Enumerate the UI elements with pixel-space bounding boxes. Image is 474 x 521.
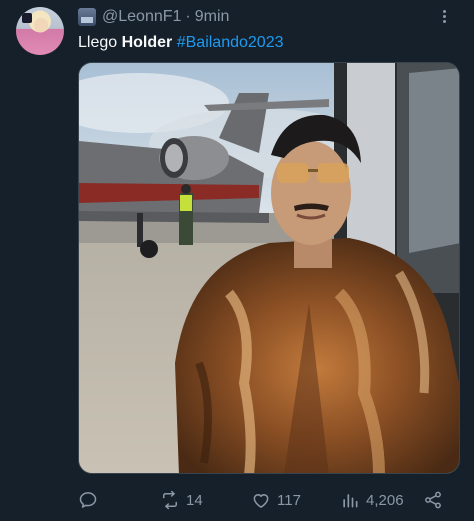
- like-button[interactable]: 117: [251, 486, 301, 514]
- tweet-text-prefix: Llego: [78, 34, 122, 51]
- views-icon: [343, 494, 358, 508]
- share-button[interactable]: [423, 486, 443, 514]
- like-count: 117: [277, 491, 301, 509]
- retweet-button[interactable]: 14: [160, 486, 203, 514]
- reply-button[interactable]: [78, 486, 104, 514]
- more-icon[interactable]: [434, 6, 454, 26]
- tweet-text-bold: Holder: [121, 34, 173, 51]
- action-bar: 14 117 4,206: [70, 486, 454, 514]
- profile-badge-icon: [78, 8, 96, 26]
- views-button[interactable]: 4,206: [340, 486, 404, 514]
- tweet-media-photo[interactable]: [78, 62, 460, 474]
- tweet-header: @LeonnF1 · 9min: [78, 6, 229, 28]
- reply-icon: [79, 492, 97, 508]
- tweet-text: Llego Holder #Bailando2023: [78, 32, 283, 54]
- retweet-count: 14: [186, 491, 203, 509]
- avatar-detail: [22, 13, 32, 23]
- avatar[interactable]: [16, 7, 64, 55]
- retweet-icon: [163, 490, 177, 510]
- photo-man-fur-coat-jet: [79, 63, 459, 473]
- heart-icon: [253, 494, 269, 508]
- separator: ·: [185, 8, 191, 25]
- views-count: 4,206: [366, 491, 404, 509]
- share-icon: [425, 491, 441, 509]
- hashtag-link[interactable]: #Bailando2023: [177, 34, 284, 51]
- timestamp[interactable]: 9min: [195, 8, 230, 26]
- author-handle[interactable]: @LeonnF1: [102, 8, 181, 26]
